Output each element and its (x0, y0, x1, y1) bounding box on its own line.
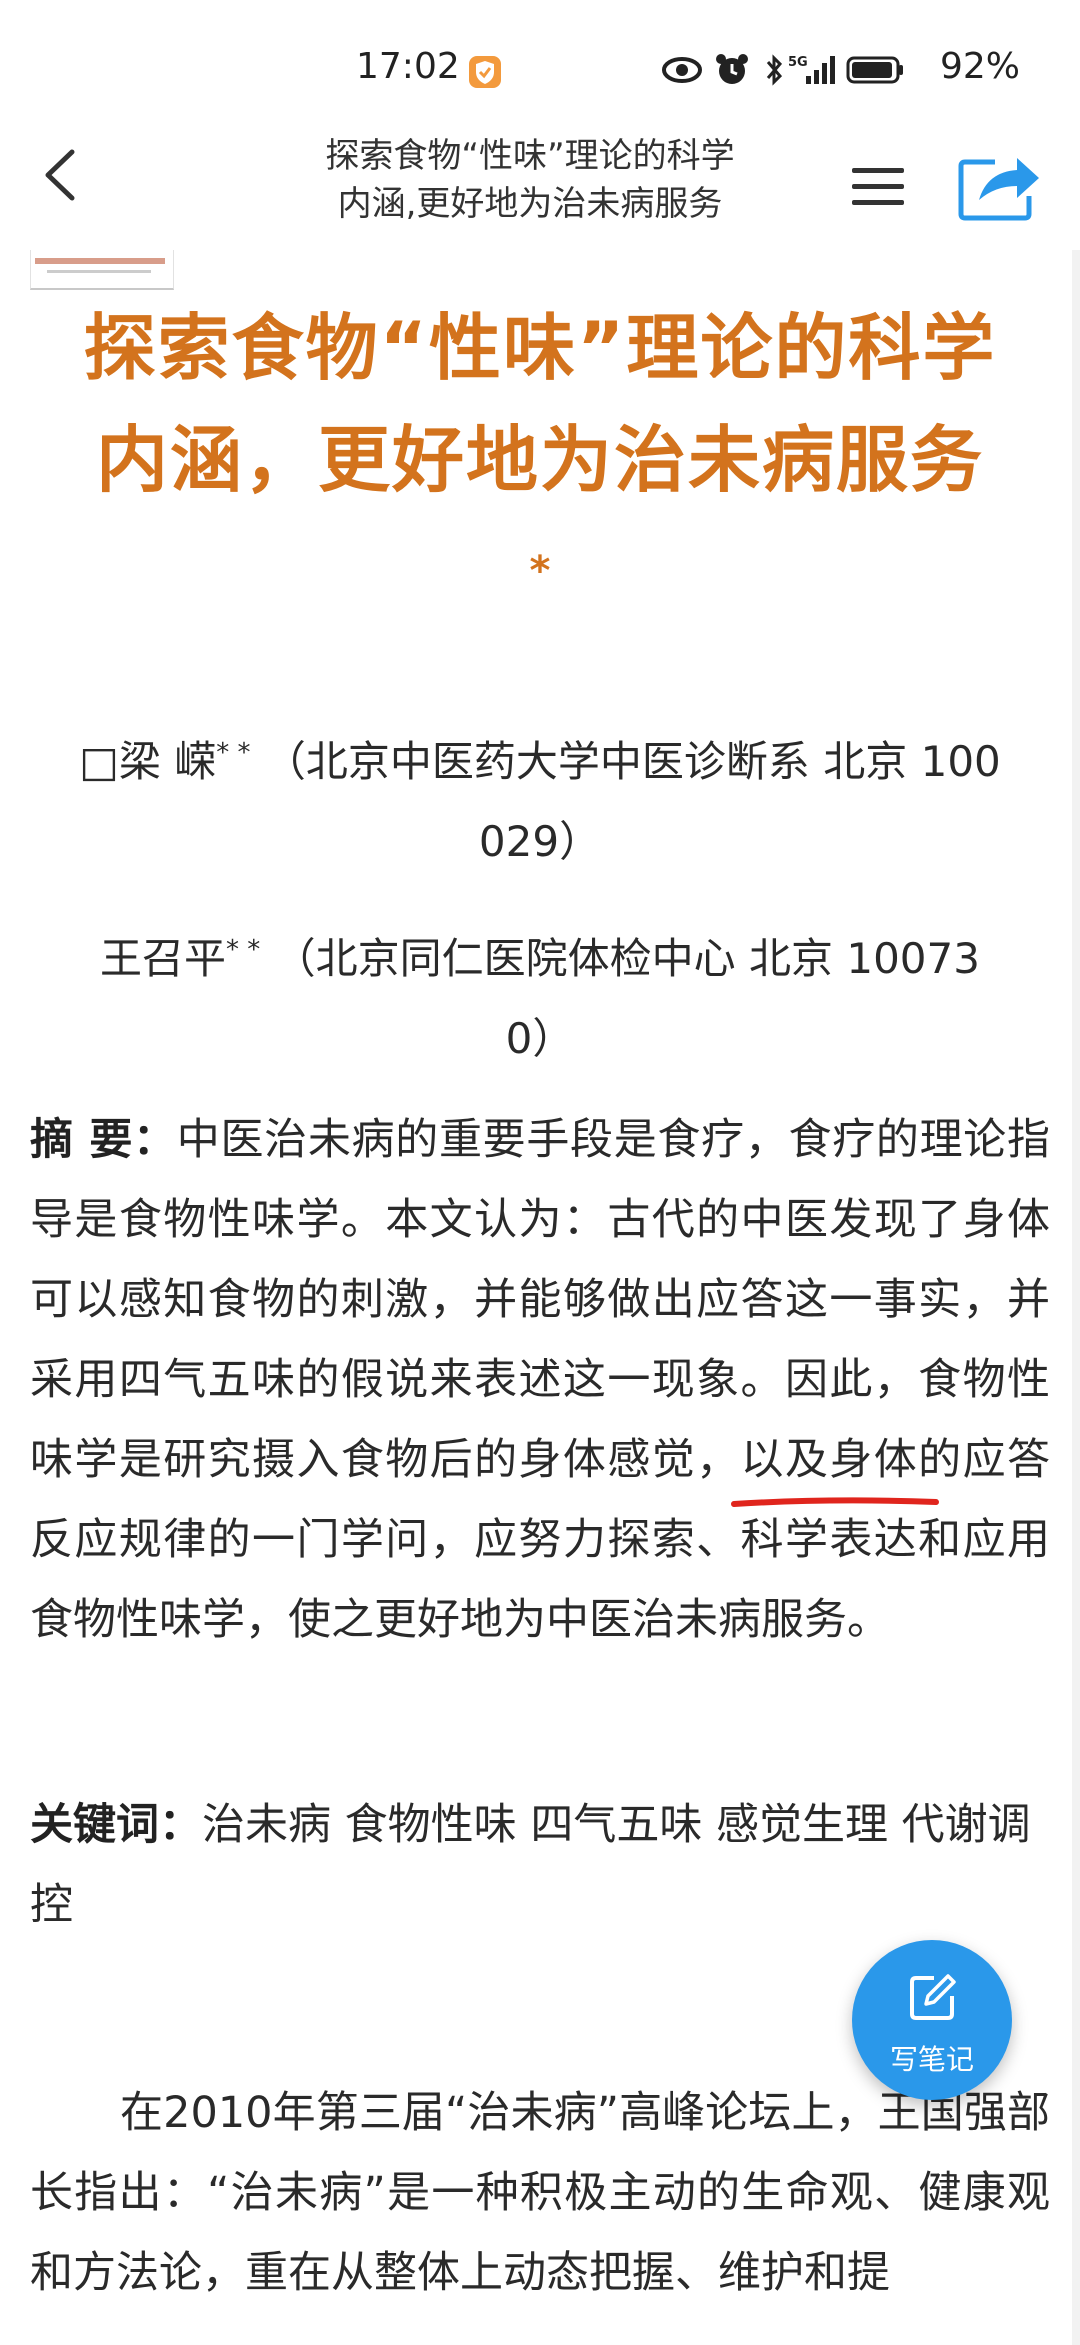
battery-icon (846, 56, 903, 84)
title-footnote-star: * (529, 548, 551, 594)
bluetooth-icon (766, 54, 783, 86)
author-2: 王召平* * （北京同仁医院体检中心 北京 10073 0） (30, 910, 1050, 1079)
header-title-line1: 探索食物“性味”理论的科学 (325, 136, 735, 176)
alarm-icon (716, 54, 748, 84)
header-title-line2: 内涵,更好地为治未病服务 (337, 184, 723, 224)
author-1: □梁 嵘* * （北京中医药大学中医诊断系 北京 100 029） (30, 713, 1050, 882)
write-note-label: 写笔记 (889, 2043, 974, 2076)
article-body-paragraph: 在2010年第三届“治未病”高峰论坛上，王国强部长指出：“治未病”是一种积极主动… (30, 2088, 1050, 2298)
network-label: 5G (788, 55, 808, 70)
app-shield-icon (469, 56, 501, 88)
author-2-name: 王召平 (100, 934, 227, 983)
author-1-mark: * * (216, 738, 251, 768)
scroll-track (1072, 250, 1080, 2345)
red-underline-annotation (731, 1497, 939, 1507)
author-2-affiliation-line1: （北京同仁医院体检中心 北京 10073 (273, 934, 980, 983)
author-1-affiliation-line2: 029） (478, 817, 602, 866)
share-icon[interactable] (955, 148, 1045, 224)
edit-note-icon (910, 1974, 956, 2020)
battery-percent: 92% (940, 46, 1021, 87)
journal-logo (30, 250, 174, 290)
author-2-mark: * * (226, 935, 261, 965)
keywords: 关键词：治未病 食物性味 四气五味 感觉生理 代谢调控 (30, 1785, 1050, 1945)
article-title-line1: 探索食物“性味”理论的科学 (83, 306, 997, 390)
title-bar: 探索食物“性味”理论的科学 内涵,更好地为治未病服务 (0, 120, 1080, 250)
write-note-button[interactable]: 写笔记 (852, 1940, 1012, 2100)
abstract-text: 中医治未病的重要手段是食疗，食疗的理论指导是食物性味学。本文认为：古代的中医发现… (30, 1115, 1050, 1645)
eye-icon (662, 57, 702, 83)
signal-icon: 5G (788, 55, 835, 84)
header-title: 探索食物“性味”理论的科学 内涵,更好地为治未病服务 (270, 132, 790, 228)
abstract-label: 摘 要： (30, 1115, 177, 1165)
abstract: 摘 要：中医治未病的重要手段是食疗，食疗的理论指导是食物性味学。本文认为：古代的… (30, 1100, 1050, 1660)
article-title-line2: 内涵，更好地为治未病服务 (95, 418, 984, 502)
status-icons: 5G (662, 54, 903, 86)
author-1-name: □梁 嵘 (79, 737, 217, 786)
back-chevron-icon[interactable] (30, 140, 90, 210)
author-2-affiliation-line2: 0） (505, 1014, 575, 1063)
keywords-label: 关键词： (30, 1800, 202, 1850)
status-time: 17:02 (356, 46, 460, 87)
author-1-affiliation-line1: （北京中医药大学中医诊断系 北京 100 (263, 737, 1001, 786)
hamburger-icon[interactable] (848, 162, 908, 212)
article-title: 探索食物“性味”理论的科学 内涵，更好地为治未病服务 (30, 292, 1050, 516)
